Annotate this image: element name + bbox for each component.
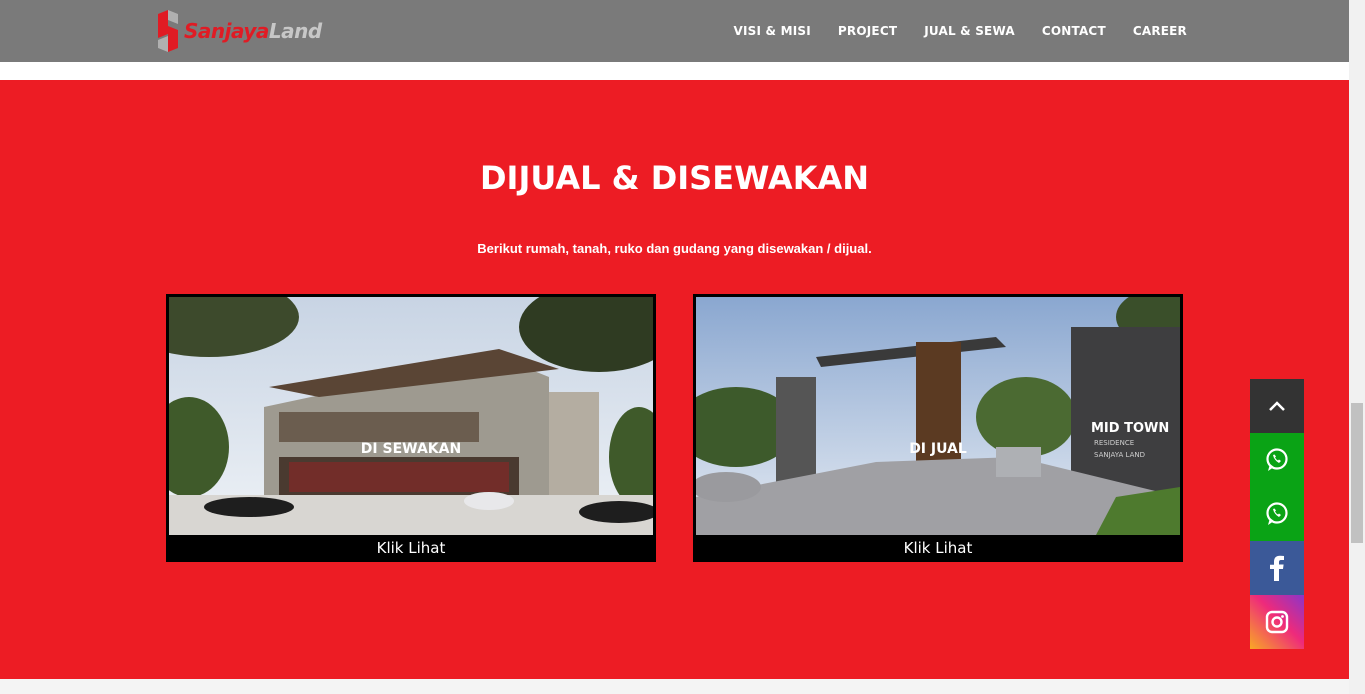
instagram-button[interactable] [1250,595,1304,649]
whatsapp-button-1[interactable] [1250,433,1304,487]
for-sale-rent-section: DIJUAL & DISEWAKAN Berikut rumah, tanah,… [0,80,1349,679]
site-header: SanjayaLand VISI & MISI PROJECT JUAL & S… [0,0,1349,62]
nav-item-contact[interactable]: CONTACT [1042,24,1106,38]
card-overlay-label: DI JUAL [909,441,967,457]
card-di-jual[interactable]: MID TOWN RESIDENCE SANJAYA LAND DI JUAL … [693,294,1183,562]
page-scrollbar[interactable] [1349,0,1365,694]
card-caption[interactable]: Klik Lihat [169,538,653,559]
facebook-icon [1270,555,1284,581]
nav-item-visi-misi[interactable]: VISI & MISI [734,24,811,38]
facebook-button[interactable] [1250,541,1304,595]
card-di-sewakan[interactable]: DI SEWAKAN Klik Lihat [166,294,656,562]
nav-item-jual-sewa[interactable]: JUAL & SEWA [924,24,1015,38]
logo[interactable]: SanjayaLand [154,9,322,53]
building-image [169,297,653,535]
logo-text: SanjayaLand [184,19,322,43]
main-nav: VISI & MISI PROJECT JUAL & SEWA CONTACT … [707,0,1187,62]
section-subtitle: Berikut rumah, tanah, ruko dan gudang ya… [477,241,872,256]
nav-item-career[interactable]: CAREER [1133,24,1187,38]
whatsapp-icon [1266,448,1288,471]
nav-item-project[interactable]: PROJECT [838,24,897,38]
sign-text-main: MID TOWN [1091,421,1169,436]
whatsapp-button-2[interactable] [1250,487,1304,541]
card-caption[interactable]: Klik Lihat [696,538,1180,559]
card-overlay-label: DI SEWAKAN [360,441,462,457]
header-spacer [0,62,1349,80]
chevron-up-icon [1269,401,1285,411]
section-title: DIJUAL & DISEWAKAN [479,159,870,197]
scrollbar-thumb[interactable] [1351,403,1363,543]
residence-gate-image: MID TOWN RESIDENCE SANJAYA LAND [696,297,1180,535]
logo-mark-icon [158,10,178,52]
instagram-icon [1265,610,1289,634]
scroll-to-top-button[interactable] [1250,379,1304,433]
whatsapp-icon [1266,502,1288,525]
